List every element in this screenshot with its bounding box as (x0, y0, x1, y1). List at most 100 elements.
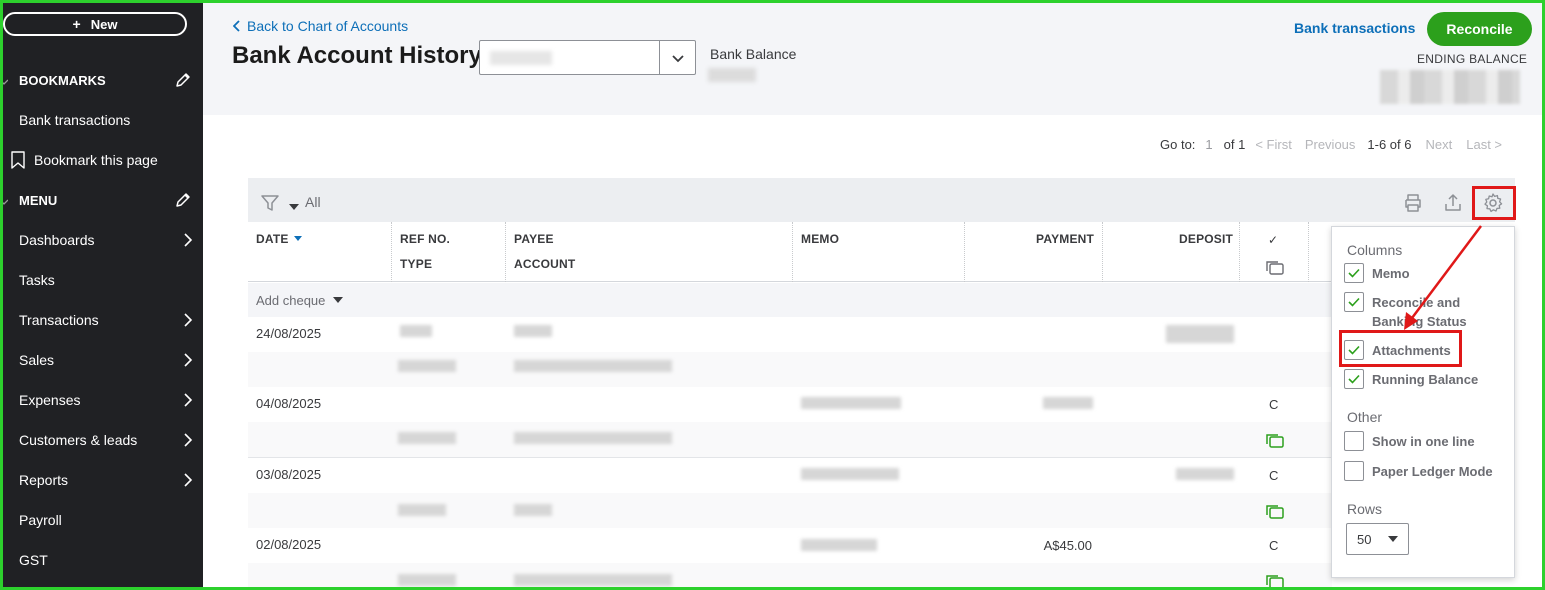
account-column-header[interactable]: ACCOUNT (514, 257, 575, 271)
redacted-account (514, 574, 672, 586)
table-settings-panel: Columns Memo Reconcile and Banking Statu… (1331, 226, 1515, 578)
running-balance-checkbox[interactable] (1344, 369, 1364, 389)
memo-label: Memo (1372, 266, 1410, 281)
table-row[interactable]: 04/08/2025 C (248, 387, 1332, 458)
reconcile-banking-status-checkbox[interactable] (1344, 292, 1364, 312)
next-page-link[interactable]: Next (1426, 137, 1453, 152)
back-to-chart-of-accounts-link[interactable]: Back to Chart of Accounts (233, 18, 408, 34)
sidebar-item-label: GST (19, 552, 48, 568)
sidebar-item-payroll[interactable]: Payroll (19, 510, 195, 530)
first-page-link[interactable]: < First (1255, 137, 1291, 152)
sidebar-item-expenses[interactable]: Expenses (19, 390, 195, 410)
memo-column-toggle[interactable]: Memo (1344, 263, 1410, 283)
edit-menu-pencil-icon[interactable] (174, 191, 192, 212)
show-in-one-line-checkbox[interactable] (1344, 431, 1364, 451)
table-row[interactable]: 03/08/2025 C (248, 458, 1332, 528)
redacted-memo (801, 468, 899, 480)
attachment-icon[interactable] (1265, 574, 1284, 590)
show-in-one-line-toggle[interactable]: Show in one line (1344, 431, 1475, 451)
add-cheque-row[interactable]: Add cheque (248, 283, 1332, 317)
gear-highlight-box (1472, 186, 1516, 220)
reconcile-status[interactable]: C (1269, 397, 1278, 412)
pagination: Go to: 1 of 1 < First Previous 1-6 of 6 … (1160, 135, 1502, 153)
memo-column-header[interactable]: MEMO (801, 232, 839, 246)
plus-icon: + (72, 16, 81, 32)
reconcile-banking-status-toggle[interactable]: Reconcile and Banking Status (1344, 292, 1502, 331)
reconcile-status[interactable]: C (1269, 468, 1278, 483)
reconcile-banking-status-label: Reconcile and Banking Status (1372, 295, 1467, 329)
payee-column-header[interactable]: PAYEE (514, 232, 554, 246)
row-date: 04/08/2025 (256, 396, 322, 411)
type-column-header[interactable]: TYPE (400, 257, 432, 271)
export-icon[interactable] (1442, 192, 1464, 217)
checkmark-icon (1348, 374, 1360, 384)
goto-label: Go to: (1160, 136, 1196, 152)
deposit-column-header[interactable]: DEPOSIT (1179, 232, 1233, 246)
page-number-input[interactable]: 1 (1205, 137, 1212, 152)
checkmark-icon (1348, 297, 1360, 307)
sidebar-item-tasks[interactable]: Tasks (19, 270, 195, 290)
print-icon[interactable] (1402, 192, 1424, 217)
redacted-ref (400, 325, 432, 337)
redacted-account (514, 432, 672, 444)
caret-down-icon[interactable] (289, 198, 299, 214)
date-header-label: DATE (256, 232, 289, 246)
row-date: 03/08/2025 (256, 467, 322, 482)
date-column-header[interactable]: DATE (256, 232, 302, 246)
rows-per-page-select[interactable]: 50 (1346, 523, 1409, 555)
sidebar-item-customers-leads[interactable]: Customers & leads (19, 430, 195, 450)
show-in-one-line-label: Show in one line (1372, 434, 1475, 449)
paper-ledger-mode-checkbox[interactable] (1344, 461, 1364, 481)
sidebar-item-reports[interactable]: Reports (19, 470, 195, 490)
sidebar-item-label: Bookmark this page (34, 152, 158, 168)
payment-column-header[interactable]: PAYMENT (1036, 232, 1094, 246)
attachment-column-icon (1265, 260, 1284, 279)
attachment-icon[interactable] (1265, 504, 1284, 523)
redacted-memo (801, 539, 877, 551)
previous-page-link[interactable]: Previous (1305, 137, 1356, 152)
sidebar-item-sales[interactable]: Sales (19, 350, 195, 370)
sidebar-item-label: Sales (19, 352, 55, 368)
sidebar-item-label: Dashboards (19, 232, 95, 248)
row-date: 02/08/2025 (256, 537, 322, 552)
table-row[interactable]: 24/08/2025 (248, 317, 1332, 387)
ref-no-column-header[interactable]: REF NO. (400, 232, 450, 246)
filter-value[interactable]: All (305, 194, 321, 210)
reconcile-status[interactable]: C (1269, 538, 1278, 553)
sidebar: + New BOOKMARKS Bank transactions Bookma… (0, 0, 203, 590)
reconcile-status-column-header[interactable]: ✓ (1268, 233, 1278, 247)
chevron-left-icon (233, 20, 240, 32)
running-balance-column-toggle[interactable]: Running Balance (1344, 369, 1478, 389)
sidebar-item-bank-transactions[interactable]: Bank transactions (19, 110, 195, 130)
bank-transactions-link[interactable]: Bank transactions (1294, 20, 1415, 36)
attachments-highlight-box (1339, 330, 1462, 367)
bookmark-this-page-item[interactable]: Bookmark this page (11, 150, 195, 170)
reconcile-button[interactable]: Reconcile (1427, 12, 1532, 46)
sidebar-item-transactions[interactable]: Transactions (19, 310, 195, 330)
new-button-label: New (90, 16, 118, 32)
account-select[interactable] (479, 40, 696, 75)
new-button[interactable]: + New (3, 12, 187, 36)
redacted-type (398, 504, 446, 516)
columns-heading: Columns (1347, 242, 1403, 258)
sidebar-item-label: Reports (19, 472, 69, 488)
last-page-link[interactable]: Last > (1466, 137, 1502, 152)
chevron-right-icon (183, 472, 193, 491)
paper-ledger-mode-toggle[interactable]: Paper Ledger Mode (1344, 461, 1493, 481)
running-balance-label: Running Balance (1372, 372, 1479, 387)
sidebar-item-gst[interactable]: GST (19, 550, 195, 570)
bookmarks-heading[interactable]: BOOKMARKS (0, 70, 194, 92)
sidebar-item-dashboards[interactable]: Dashboards (19, 230, 195, 250)
redacted-type (398, 360, 456, 372)
edit-bookmarks-pencil-icon[interactable] (174, 71, 192, 92)
bookmark-icon (10, 151, 26, 169)
redacted-ending-balance (1380, 70, 1520, 104)
bank-balance-label: Bank Balance (710, 46, 797, 62)
paper-ledger-mode-label: Paper Ledger Mode (1372, 464, 1493, 479)
table-row[interactable]: 02/08/2025 A$45.00 C (248, 528, 1332, 590)
filter-icon[interactable] (260, 193, 280, 216)
checkmark-icon (1348, 268, 1360, 278)
attachment-icon[interactable] (1265, 433, 1284, 452)
memo-checkbox[interactable] (1344, 263, 1364, 283)
menu-heading[interactable]: MENU (0, 190, 194, 212)
